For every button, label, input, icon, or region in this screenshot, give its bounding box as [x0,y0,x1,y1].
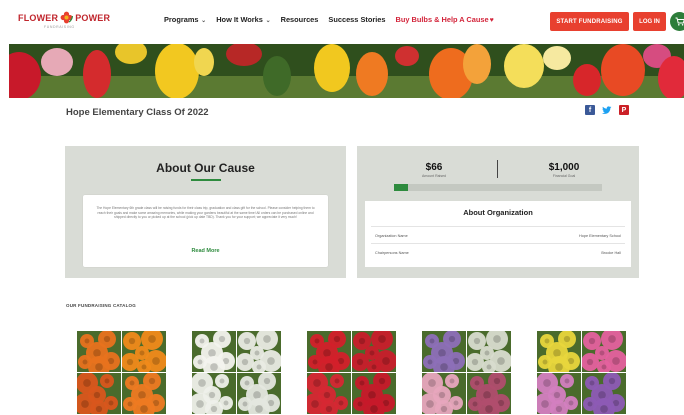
nav-how-it-works[interactable]: How It Works ⌄ [216,15,270,24]
cause-description: The Hope Elementary 6th grade class will… [96,206,315,220]
cart-icon[interactable] [670,12,684,31]
divider [371,226,625,227]
product-orange-bulbs[interactable] [77,331,166,415]
flower-photo [582,373,626,414]
main-nav: Programs ⌄ How It Works ⌄ Resources Succ… [164,15,504,24]
fundraising-stats-panel: $66 Amount Raised $1,000 Financial Goal … [357,146,639,278]
read-more-link[interactable]: Read More [83,248,328,254]
product-white-bulbs[interactable] [192,331,281,415]
heading-underline [191,179,221,181]
page-title: Hope Elementary Class Of 2022 [66,107,209,118]
cause-heading: About Our Cause [156,161,255,175]
financial-goal-stat: $1,000 Financial Goal [533,162,595,178]
nav-success-stories[interactable]: Success Stories [328,15,385,24]
nav-resources[interactable]: Resources [281,15,319,24]
nav-buy-bulbs-label: Buy Bulbs & Help A Cause [395,15,489,24]
financial-goal-label: Financial Goal [552,174,576,178]
flower-photo [307,373,351,414]
org-row-value: Brooke Hall [601,251,621,255]
flower-photo [77,373,121,414]
flower-photo [537,373,581,414]
product-red-bulbs[interactable] [307,331,396,415]
login-button[interactable]: LOG IN [633,12,666,31]
pinterest-icon[interactable]: P [619,105,629,115]
organization-name-row: Organization Name Hope Elementary School [375,234,621,238]
flower-photo [122,373,166,414]
flower-photo [192,373,236,414]
logo-tagline: FUNDRAISING [44,25,75,29]
tulip-banner-image [9,44,684,98]
flower-photo [352,331,396,372]
heart-icon: ♥ [489,17,494,24]
progress-bar [394,184,602,191]
flower-photo [467,331,511,372]
logo[interactable]: FLOWER POWER FUNDRAISING [18,11,111,33]
flower-photo [467,373,511,414]
flower-photo [192,331,236,372]
twitter-icon[interactable] [602,105,612,115]
flower-photo [582,331,626,372]
flower-photo [237,373,281,414]
flower-logo-icon [60,11,74,24]
chevron-down-icon: ⌄ [263,18,271,24]
logo-word-right: POWER [75,12,111,23]
flower-photo [422,331,466,372]
nav-how-it-works-label: How It Works [216,15,263,24]
catalog-heading: OUR FUNDRAISING CATALOG [66,303,136,308]
chairperson-row: Chairpersons Name Brooke Hall [375,251,621,255]
organization-heading: About Organization [463,208,533,217]
flower-photo [122,331,166,372]
product-mixed-yellow-bulbs[interactable] [537,331,626,415]
nav-buy-bulbs[interactable]: Buy Bulbs & Help A Cause♥ [396,15,494,24]
facebook-icon[interactable]: f [585,105,595,115]
site-header: FLOWER POWER FUNDRAISING Programs ⌄ How … [0,0,684,44]
flower-photo [352,373,396,414]
divider [371,243,625,244]
page: FLOWER POWER FUNDRAISING Programs ⌄ How … [0,0,684,415]
financial-goal-value: $1,000 [548,162,580,173]
flower-photo [237,331,281,372]
flower-photo [77,331,121,372]
flower-photo [307,331,351,372]
social-share: f P [585,105,629,115]
progress-fill [394,184,408,191]
amount-raised-stat: $66 Amount Raised [405,162,463,178]
cause-card: The Hope Elementary 6th grade class will… [83,195,328,267]
flower-photo [537,331,581,372]
about-cause-panel: About Our Cause The Hope Elementary 6th … [65,146,346,278]
org-row-label: Organization Name [375,234,408,238]
organization-card: About Organization Organization Name Hop… [365,201,631,267]
chevron-down-icon: ⌄ [199,18,207,24]
start-fundraising-button[interactable]: START FUNDRAISING [550,12,629,31]
org-row-value: Hope Elementary School [579,234,621,238]
logo-word-left: FLOWER [18,12,59,23]
flower-photo [422,373,466,414]
product-mixed-purple-bulbs[interactable] [422,331,511,415]
nav-programs-label: Programs [164,15,199,24]
amount-raised-value: $66 [425,162,443,173]
amount-raised-label: Amount Raised [422,174,446,178]
nav-programs[interactable]: Programs ⌄ [164,15,206,24]
stat-divider [497,160,498,178]
org-row-label: Chairpersons Name [375,251,409,255]
